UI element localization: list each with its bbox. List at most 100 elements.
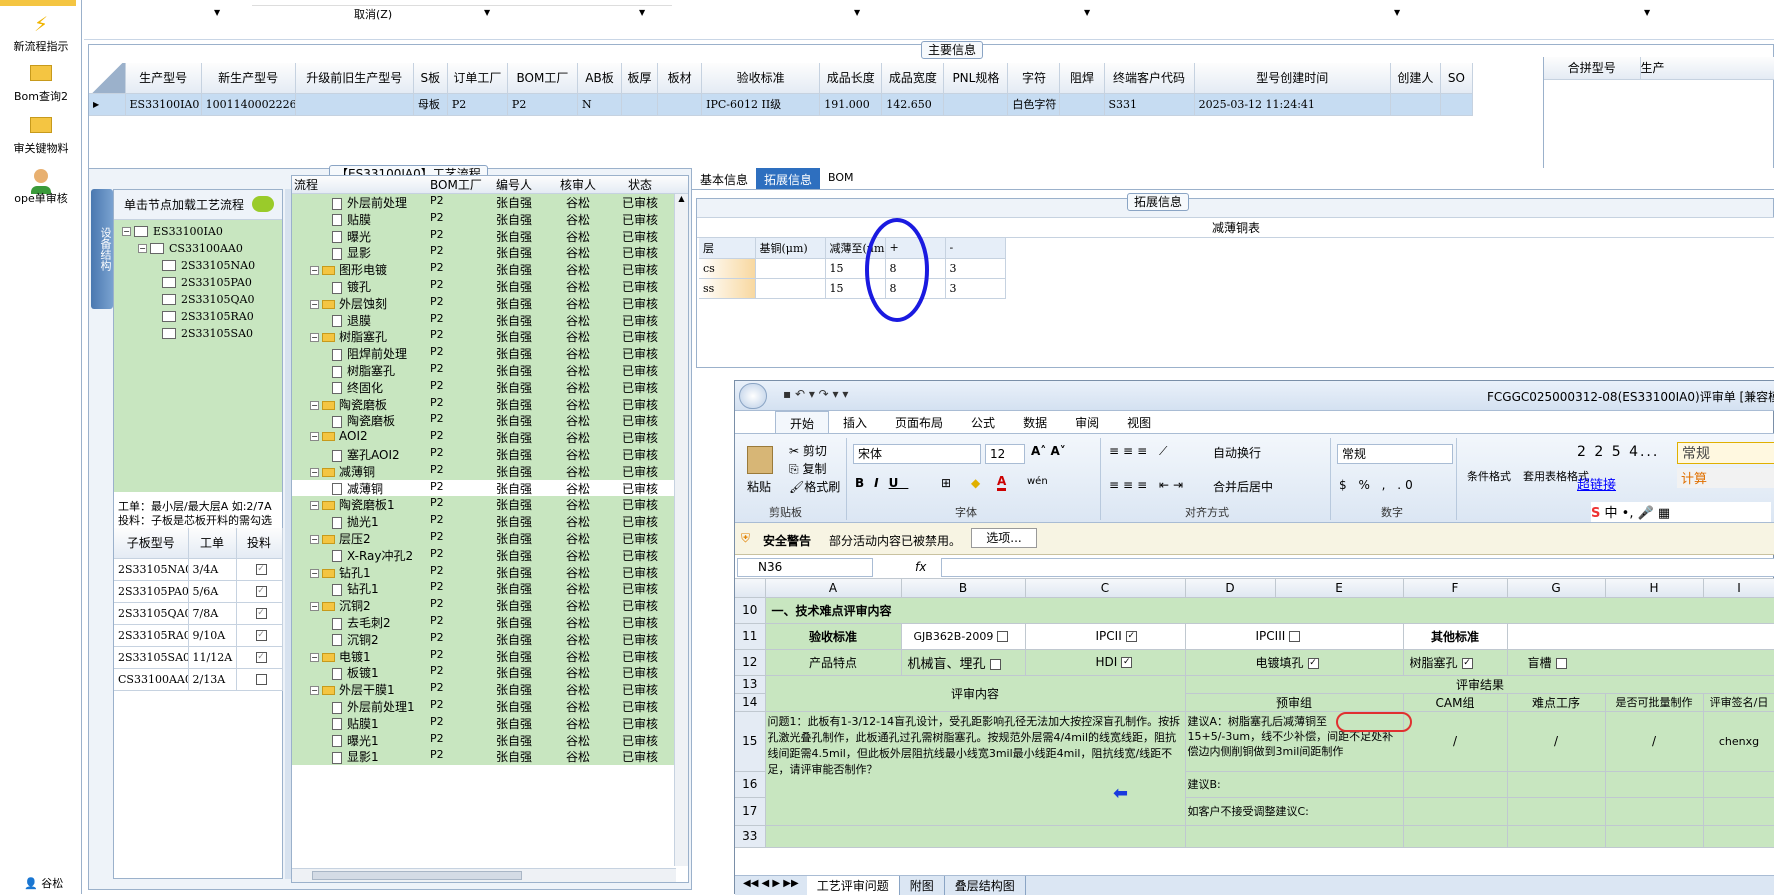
row-number[interactable]: 17 bbox=[735, 797, 766, 826]
copper-col-header[interactable]: 基铜(μm) bbox=[755, 238, 826, 259]
copper-cell[interactable]: 3 bbox=[945, 258, 1006, 279]
checkbox-checked-icon[interactable]: ✓ bbox=[1307, 657, 1319, 669]
reviewer-col-header[interactable]: 核审人 bbox=[546, 176, 610, 193]
flow-row[interactable]: 曝光1 P2 张自强 谷松 已审核 bbox=[292, 731, 674, 749]
ribbon-tab[interactable]: 开始 bbox=[775, 411, 830, 433]
std-ipcii-cell[interactable]: IPCII ✓ bbox=[1025, 623, 1186, 650]
table-row[interactable]: cs 15 8 3 bbox=[699, 258, 1006, 279]
fill-color-button[interactable]: ◆ bbox=[971, 476, 980, 490]
feature-blind-hole[interactable]: 机械盲、埋孔 bbox=[901, 649, 1026, 676]
collapse-icon[interactable]: − bbox=[310, 400, 319, 410]
ribbon-tab[interactable]: 审阅 bbox=[1061, 411, 1113, 433]
row-number[interactable]: 10 bbox=[735, 597, 766, 624]
row-number[interactable]: 14 bbox=[735, 693, 766, 712]
checkbox-icon[interactable] bbox=[997, 631, 1009, 642]
flow-row[interactable]: 贴膜1 P2 张自强 谷松 已审核 bbox=[292, 714, 674, 732]
collapse-icon[interactable]: − bbox=[310, 602, 319, 612]
row-number[interactable]: 15 bbox=[735, 711, 766, 772]
cell[interactable]: P2 bbox=[507, 93, 578, 116]
row-selector[interactable]: ▶ bbox=[89, 93, 126, 116]
checkbox-icon[interactable] bbox=[255, 674, 267, 685]
vertical-align-buttons[interactable]: ≡≡≡ ⟋ bbox=[1109, 444, 1171, 459]
merged-model-header[interactable]: 合拼型号 bbox=[1544, 57, 1641, 80]
col-header[interactable]: BOM工厂 bbox=[507, 63, 578, 94]
style-sample[interactable]: 2 2 5 4... bbox=[1577, 444, 1659, 460]
sheet-tab[interactable]: 工艺评审问题 bbox=[806, 876, 900, 895]
flow-row[interactable]: 钻孔1 P2 张自强 谷松 已审核 bbox=[292, 580, 674, 598]
table-row[interactable]: 2S33105RA0 9/10A ✓ bbox=[114, 624, 283, 647]
paste-button[interactable]: 粘贴 bbox=[747, 478, 771, 495]
col-header[interactable]: 终端客户代码 bbox=[1104, 63, 1195, 94]
cell[interactable]: P2 bbox=[447, 93, 508, 116]
row-number[interactable]: 16 bbox=[735, 771, 766, 798]
checkbox-checked-icon[interactable]: ✓ bbox=[1125, 631, 1137, 642]
table-row[interactable]: 2S33105QA0 7/8A ✓ bbox=[114, 602, 283, 625]
paste-icon[interactable] bbox=[747, 446, 773, 474]
flow-row[interactable]: 沉铜2 P2 张自强 谷松 已审核 bbox=[292, 630, 674, 648]
cell[interactable] bbox=[657, 93, 703, 116]
ribbon-tab[interactable]: 页面布局 bbox=[881, 411, 957, 433]
column-header[interactable]: E bbox=[1275, 579, 1404, 598]
flow-row[interactable]: − 电镀1 P2 张自强 谷松 已审核 bbox=[292, 647, 674, 665]
dropdown-arrow-icon[interactable]: ▼ bbox=[639, 8, 645, 17]
table-row[interactable]: ss 15 8 3 bbox=[699, 278, 1006, 299]
cell[interactable]: N bbox=[577, 93, 623, 116]
flow-row[interactable]: − 沉铜2 P2 张自强 谷松 已审核 bbox=[292, 597, 674, 615]
col-header[interactable]: 订单工厂 bbox=[447, 63, 508, 94]
tree-node[interactable]: 2S33105QA0 bbox=[162, 292, 255, 309]
collapse-icon[interactable]: − bbox=[310, 535, 319, 544]
production-header[interactable]: 生产 bbox=[1640, 57, 1774, 80]
wrap-text-button[interactable]: 自动换行 bbox=[1213, 444, 1261, 461]
cell[interactable]: S331 bbox=[1104, 93, 1195, 116]
sidebar-item-key-material[interactable]: 审关键物料 bbox=[0, 114, 82, 156]
editor-col-header[interactable]: 编号人 bbox=[482, 176, 546, 193]
column-header[interactable]: I bbox=[1703, 579, 1774, 598]
feature-fill-plating[interactable]: 电镀填孔 ✓ bbox=[1185, 649, 1404, 676]
col-header[interactable]: 成品长度 bbox=[819, 63, 883, 94]
conditional-format-button[interactable]: 条件格式 bbox=[1467, 468, 1511, 484]
ribbon-tab[interactable]: 公式 bbox=[957, 411, 1009, 433]
tab-device-structure[interactable]: 设备结构 bbox=[91, 189, 113, 309]
collapse-icon[interactable]: − bbox=[310, 501, 319, 511]
collapse-icon[interactable]: − bbox=[122, 227, 131, 236]
options-button[interactable]: 选项... bbox=[971, 528, 1037, 548]
copper-cell[interactable] bbox=[755, 258, 826, 279]
sub-feed[interactable]: ✓ bbox=[236, 646, 283, 669]
feature-resin-plug[interactable]: 树脂塞孔 ✓ bbox=[1403, 649, 1508, 676]
checkbox-checked-icon[interactable]: ✓ bbox=[1461, 657, 1473, 669]
cell[interactable]: 142.650 bbox=[881, 93, 945, 116]
column-header[interactable]: B bbox=[901, 579, 1026, 598]
column-header[interactable]: G bbox=[1507, 579, 1606, 598]
scroll-up-icon[interactable]: ▲ bbox=[675, 194, 688, 203]
fx-button[interactable]: fx bbox=[915, 560, 926, 574]
flow-row[interactable]: 去毛刺2 P2 张自强 谷松 已审核 bbox=[292, 614, 674, 631]
checkbox-checked-icon[interactable]: ✓ bbox=[255, 564, 267, 575]
sub-board-order-header[interactable]: 工单 bbox=[188, 528, 237, 559]
font-color-button[interactable]: A bbox=[997, 474, 1007, 491]
sub-feed[interactable] bbox=[236, 668, 283, 691]
tree-node[interactable]: 2S33105PA0 bbox=[162, 275, 252, 292]
collapse-icon[interactable]: − bbox=[310, 652, 319, 662]
border-button[interactable]: ⊞ bbox=[941, 476, 951, 490]
cell[interactable]: 白色字符 bbox=[1007, 93, 1061, 116]
cell[interactable]: 母板 bbox=[413, 93, 448, 116]
collapse-icon[interactable]: − bbox=[310, 266, 319, 276]
flow-row[interactable]: 树脂塞孔 P2 张自强 谷松 已审核 bbox=[292, 362, 674, 379]
copper-col-header[interactable]: - bbox=[945, 238, 1006, 259]
tab-ext-info[interactable]: 拓展信息 bbox=[756, 168, 821, 189]
row-number[interactable]: 12 bbox=[735, 649, 766, 676]
dropdown-arrow-icon[interactable]: ▼ bbox=[1084, 8, 1090, 17]
dropdown-arrow-icon[interactable]: ▼ bbox=[214, 8, 220, 17]
flow-row[interactable]: − 外层蚀刻 P2 张自强 谷松 已审核 bbox=[292, 294, 674, 312]
tree-node[interactable]: 2S33105RA0 bbox=[162, 309, 254, 326]
flow-col-header[interactable]: 流程 bbox=[292, 176, 430, 193]
calc-style[interactable]: 计算 bbox=[1677, 468, 1774, 488]
copper-cell[interactable]: ss bbox=[699, 278, 756, 299]
cell[interactable] bbox=[943, 93, 1009, 116]
flow-row[interactable]: − 树脂塞孔 P2 张自强 谷松 已审核 bbox=[292, 328, 674, 346]
cell[interactable]: IPC-6012 II级 bbox=[701, 93, 821, 116]
cancel-label[interactable]: 取消(Z) bbox=[354, 6, 392, 22]
tree-node[interactable]: 2S33105SA0 bbox=[162, 326, 253, 343]
copper-col-header[interactable]: 层 bbox=[699, 238, 756, 259]
signer[interactable]: chenxg bbox=[1703, 711, 1774, 772]
